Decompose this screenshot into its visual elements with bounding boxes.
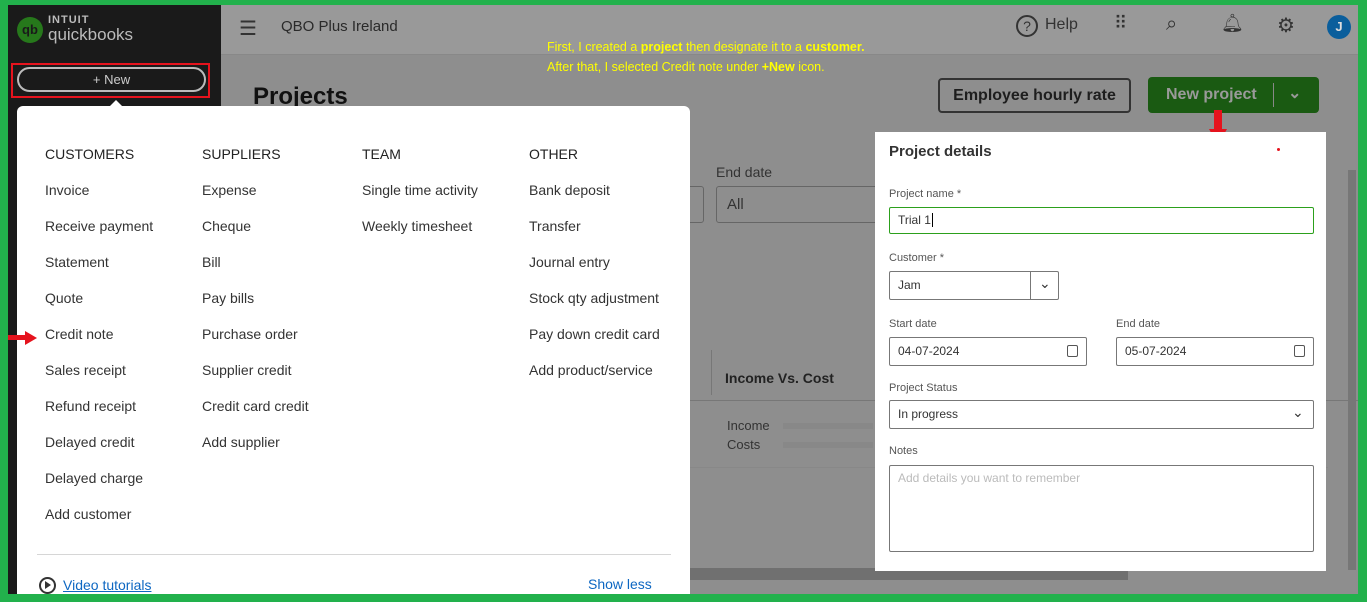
chevron-down-icon: ⌄: [1292, 404, 1304, 420]
project-status-select[interactable]: In progress ⌄: [889, 400, 1314, 429]
notification-bell-icon[interactable]: 🔔︎: [1221, 13, 1244, 34]
new-button[interactable]: + New: [17, 67, 206, 92]
menu-item-bill[interactable]: Bill: [202, 254, 309, 290]
menu-column-suppliers: SUPPLIERS Expense Cheque Bill Pay bills …: [202, 146, 309, 470]
menu-item-statement[interactable]: Statement: [45, 254, 153, 290]
start-date-label: Start date: [889, 318, 937, 330]
customer-select[interactable]: Jam ⌄: [889, 271, 1059, 300]
income-vs-cost-header: Income Vs. Cost: [725, 370, 834, 386]
notes-textarea[interactable]: Add details you want to remember: [889, 465, 1314, 552]
menu-item-invoice[interactable]: Invoice: [45, 182, 153, 218]
menu-item-quote[interactable]: Quote: [45, 290, 153, 326]
help-link[interactable]: Help: [1045, 16, 1078, 34]
panel-title: Project details: [889, 143, 992, 160]
notes-label: Notes: [889, 445, 918, 457]
end-date-input[interactable]: 05-07-2024: [1116, 337, 1314, 366]
end-date-filter[interactable]: All: [716, 186, 886, 223]
menu-column-other: OTHER Bank deposit Transfer Journal entr…: [529, 146, 660, 398]
menu-item-add-product-service[interactable]: Add product/service: [529, 362, 660, 398]
costs-label: Costs: [727, 437, 761, 452]
menu-item-stock-qty-adjustment[interactable]: Stock qty adjustment: [529, 290, 660, 326]
app-window: ☰ QBO Plus Ireland ? Help ⠿ ⌕ 🔔︎ ⚙ J Pro…: [8, 5, 1358, 594]
menu-item-receive-payment[interactable]: Receive payment: [45, 218, 153, 254]
menu-item-add-supplier[interactable]: Add supplier: [202, 434, 309, 470]
menu-item-credit-card-credit[interactable]: Credit card credit: [202, 398, 309, 434]
calendar-icon: [1294, 345, 1305, 357]
end-date-label: End date: [1116, 318, 1161, 330]
employee-hourly-rate-button[interactable]: Employee hourly rate: [938, 78, 1131, 113]
brand-quickbooks: quickbooks: [48, 25, 134, 44]
calendar-icon: [1067, 345, 1078, 357]
vertical-scrollbar[interactable]: [1348, 170, 1356, 570]
play-circle-icon: [39, 577, 56, 594]
customer-label: Customer *: [889, 252, 945, 264]
company-name: QBO Plus Ireland: [281, 18, 398, 35]
column-header: OTHER: [529, 146, 578, 162]
menu-item-pay-bills[interactable]: Pay bills: [202, 290, 309, 326]
settings-gear-icon[interactable]: ⚙: [1277, 13, 1295, 38]
menu-toggle-icon[interactable]: ☰: [239, 16, 257, 41]
apps-grid-icon[interactable]: ⠿: [1114, 13, 1127, 34]
menu-item-transfer[interactable]: Transfer: [529, 218, 660, 254]
menu-item-journal-entry[interactable]: Journal entry: [529, 254, 660, 290]
menu-item-single-time-activity[interactable]: Single time activity: [362, 182, 478, 218]
menu-item-purchase-order[interactable]: Purchase order: [202, 326, 309, 362]
avatar[interactable]: J: [1327, 15, 1351, 39]
annotation-note: First, I created a project then designat…: [547, 40, 865, 74]
video-tutorials-link[interactable]: Video tutorials: [63, 577, 151, 593]
column-header: SUPPLIERS: [202, 146, 281, 162]
menu-item-delayed-charge[interactable]: Delayed charge: [45, 470, 153, 506]
new-menu-popup: CUSTOMERS Invoice Receive payment Statem…: [17, 106, 690, 594]
menu-item-bank-deposit[interactable]: Bank deposit: [529, 182, 660, 218]
chevron-down-icon[interactable]: ⌄: [1288, 83, 1301, 103]
annotation-arrow: [1214, 110, 1222, 130]
menu-item-pay-down-credit-card[interactable]: Pay down credit card: [529, 326, 660, 362]
project-name-label: Project name *: [889, 188, 962, 200]
menu-item-delayed-credit[interactable]: Delayed credit: [45, 434, 153, 470]
end-date-label: End date: [716, 164, 773, 180]
menu-item-add-customer[interactable]: Add customer: [45, 506, 153, 542]
menu-item-credit-note[interactable]: Credit note: [45, 326, 153, 362]
search-icon[interactable]: ⌕: [1166, 13, 1177, 36]
menu-item-supplier-credit[interactable]: Supplier credit: [202, 362, 309, 398]
annotation-arrow-head: [25, 331, 37, 345]
chevron-down-icon: ⌄: [1039, 275, 1051, 291]
new-project-label: New project: [1166, 86, 1257, 103]
project-name-input[interactable]: Trial 1: [889, 207, 1314, 234]
project-status-label: Project Status: [889, 382, 958, 394]
quickbooks-logo: qb: [17, 17, 43, 43]
menu-item-sales-receipt[interactable]: Sales receipt: [45, 362, 153, 398]
annotation-arrow-credit-note: [8, 335, 26, 340]
start-date-input[interactable]: 04-07-2024: [889, 337, 1087, 366]
project-details-panel: Project details Project name * Trial 1 C…: [875, 132, 1326, 571]
show-less-link[interactable]: Show less: [588, 576, 652, 592]
costs-bar: [783, 442, 873, 448]
new-project-button[interactable]: New project ⌄: [1148, 77, 1319, 113]
menu-item-cheque[interactable]: Cheque: [202, 218, 309, 254]
income-label: Income: [727, 418, 770, 433]
menu-item-refund-receipt[interactable]: Refund receipt: [45, 398, 153, 434]
column-header: TEAM: [362, 146, 401, 162]
column-header: CUSTOMERS: [45, 146, 135, 162]
menu-item-expense[interactable]: Expense: [202, 182, 309, 218]
divider: [37, 554, 671, 555]
menu-item-weekly-timesheet[interactable]: Weekly timesheet: [362, 218, 478, 254]
menu-column-team: TEAM Single time activity Weekly timeshe…: [362, 146, 478, 254]
income-bar: [783, 423, 873, 429]
menu-column-customers: CUSTOMERS Invoice Receive payment Statem…: [45, 146, 153, 542]
help-icon[interactable]: ?: [1016, 15, 1038, 37]
